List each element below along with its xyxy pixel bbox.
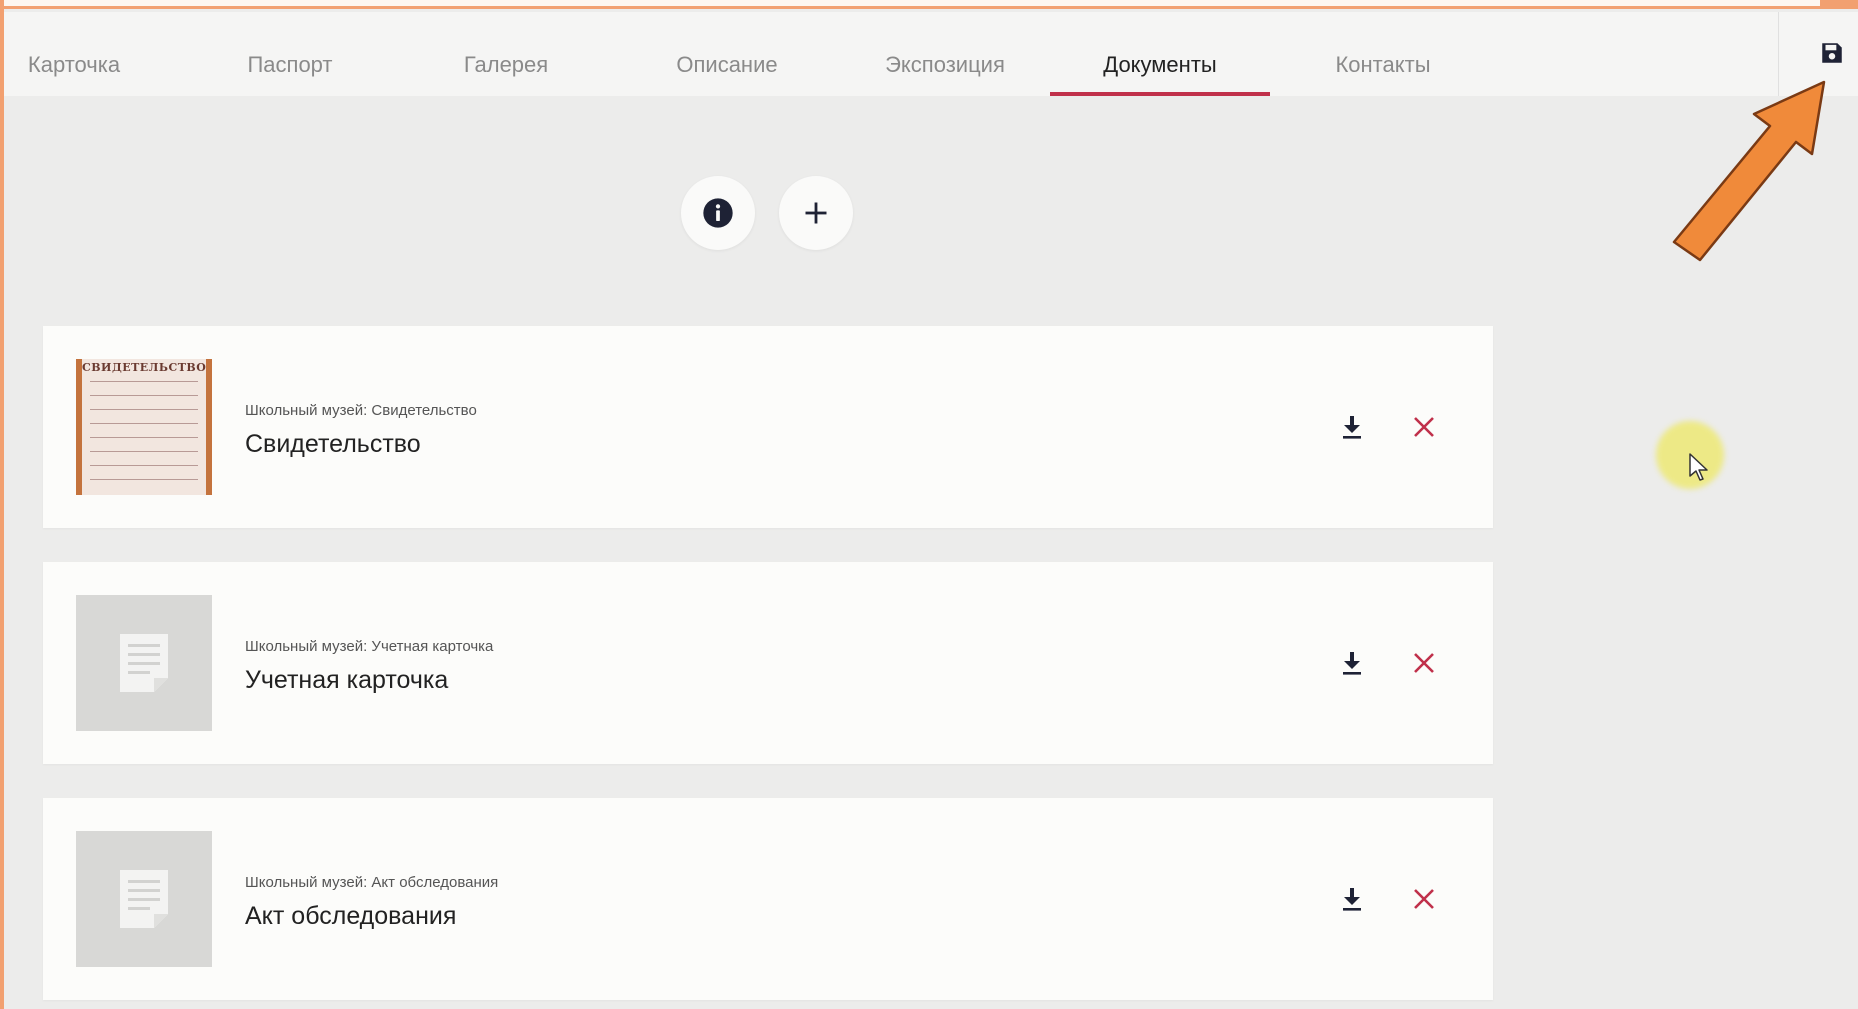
document-title[interactable]: Акт обследования <box>245 902 456 931</box>
tab-description[interactable]: Описание <box>664 12 790 96</box>
window-top-frame <box>0 0 1820 9</box>
tab-bar: Карточка Паспорт Галерея Описание Экспоз… <box>4 12 1778 96</box>
download-icon <box>1343 888 1361 911</box>
floppy-disk-icon[interactable] <box>1819 40 1845 66</box>
tab-exposition[interactable]: Экспозиция <box>870 12 1020 96</box>
delete-button[interactable] <box>1407 410 1441 444</box>
tab-card[interactable]: Карточка <box>14 12 134 96</box>
download-button[interactable] <box>1335 646 1369 680</box>
annotation-arrow-icon <box>1672 80 1826 262</box>
close-icon <box>1414 889 1434 909</box>
window-top-frame-right <box>1820 0 1858 9</box>
document-subtitle: Школьный музей: Свидетельство <box>245 402 477 419</box>
certificate-image-title: СВИДЕТЕЛЬСТВО <box>82 361 206 374</box>
file-icon <box>120 634 168 692</box>
mouse-pointer-icon <box>1689 453 1708 481</box>
document-card: СВИДЕТЕЛЬСТВО Школьный музей: Свидетельс… <box>43 326 1493 528</box>
tab-gallery[interactable]: Галерея <box>446 12 566 96</box>
document-card: Школьный музей: Учетная карточка Учетная… <box>43 562 1493 764</box>
close-icon <box>1414 417 1434 437</box>
file-icon <box>120 870 168 928</box>
download-button[interactable] <box>1335 882 1369 916</box>
document-title[interactable]: Учетная карточка <box>245 666 448 695</box>
delete-button[interactable] <box>1407 882 1441 916</box>
tab-contacts[interactable]: Контакты <box>1320 12 1446 96</box>
close-icon <box>1414 653 1434 673</box>
info-icon <box>703 198 733 228</box>
info-button[interactable] <box>681 176 755 250</box>
add-document-button[interactable] <box>779 176 853 250</box>
delete-button[interactable] <box>1407 646 1441 680</box>
document-thumbnail[interactable] <box>76 595 212 731</box>
document-title[interactable]: Свидетельство <box>245 430 421 459</box>
document-subtitle: Школьный музей: Акт обследования <box>245 874 499 891</box>
tab-documents[interactable]: Документы <box>1050 12 1270 96</box>
document-thumbnail[interactable] <box>76 831 212 967</box>
tab-passport[interactable]: Паспорт <box>230 12 350 96</box>
download-icon <box>1343 416 1361 439</box>
certificate-image: СВИДЕТЕЛЬСТВО <box>82 359 206 495</box>
download-icon <box>1343 652 1361 675</box>
document-card: Школьный музей: Акт обследования Акт обс… <box>43 798 1493 1000</box>
window-left-frame <box>0 0 4 1009</box>
document-subtitle: Школьный музей: Учетная карточка <box>245 638 494 655</box>
plus-icon <box>805 202 827 224</box>
download-button[interactable] <box>1335 410 1369 444</box>
document-thumbnail[interactable]: СВИДЕТЕЛЬСТВО <box>76 359 212 495</box>
